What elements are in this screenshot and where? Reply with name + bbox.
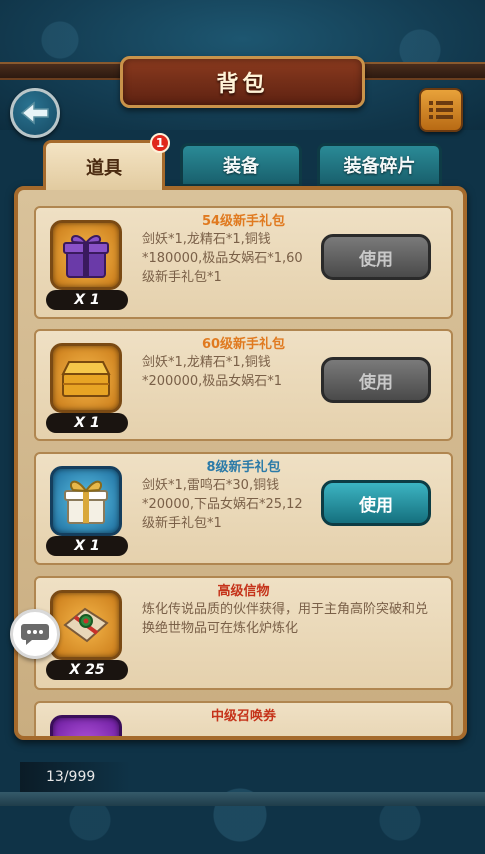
tab-equipment-fragments[interactable]: 装备碎片 bbox=[317, 143, 442, 187]
title-plate: 背包 bbox=[120, 56, 365, 108]
tab-equipment-label: 装备 bbox=[223, 156, 259, 177]
item-description: 炼化传说品质的伙伴获得，用于主角高阶突破和兑换绝世物品可在炼化炉炼化 bbox=[142, 602, 429, 636]
chat-bubble-icon bbox=[21, 624, 49, 645]
item-quantity: X 1 bbox=[46, 413, 128, 433]
list-item: 中级召唤券 bbox=[34, 701, 453, 740]
notification-badge: 1 bbox=[150, 133, 170, 153]
gift-box-bow-icon bbox=[64, 480, 108, 524]
back-button[interactable] bbox=[10, 88, 60, 138]
tab-equipment[interactable]: 装备 bbox=[180, 143, 302, 187]
list-item: 54级新手礼包 X 1 剑妖*1,龙精石*1,铜钱*180000,极品女娲石*1… bbox=[34, 206, 453, 319]
back-arrow-icon bbox=[20, 101, 49, 125]
golden-chest-icon bbox=[61, 361, 111, 397]
summon-ticket-icon bbox=[66, 735, 106, 740]
use-button[interactable]: 使用 bbox=[321, 480, 431, 526]
item-quantity: X 25 bbox=[46, 660, 128, 680]
menu-button[interactable] bbox=[419, 88, 463, 132]
item-icon-frame[interactable] bbox=[50, 466, 122, 536]
list-icon bbox=[429, 101, 453, 119]
list-item: 高级信物 X 25 炼化传说品质的伙伴获得，用于主角高阶突破和兑换绝世物品可在炼… bbox=[34, 576, 453, 690]
item-icon-frame[interactable] bbox=[50, 590, 122, 660]
item-description: 剑妖*1,雷鸣石*30,铜钱*20000,下品女娲石*25,12级新手礼包*1 bbox=[142, 478, 303, 531]
tab-equipment-fragments-label: 装备碎片 bbox=[343, 156, 416, 177]
item-description: 剑妖*1,龙精石*1,铜钱*200000,极品女娲石*1 bbox=[142, 355, 283, 389]
inventory-panel: 54级新手礼包 X 1 剑妖*1,龙精石*1,铜钱*180000,极品女娲石*1… bbox=[14, 186, 467, 740]
item-description: 剑妖*1,龙精石*1,铜钱*180000,极品女娲石*1,60级新手礼包*1 bbox=[142, 232, 303, 285]
item-icon-frame[interactable] bbox=[50, 343, 122, 413]
list-item: 8级新手礼包 X 1 剑妖*1,雷鸣石*30,铜钱*20000,下品女娲石*25… bbox=[34, 452, 453, 565]
page-title: 背包 bbox=[216, 72, 269, 97]
use-button[interactable]: 使用 bbox=[321, 357, 431, 403]
use-button[interactable]: 使用 bbox=[321, 234, 431, 280]
item-quantity: X 1 bbox=[46, 536, 128, 556]
item-icon-frame[interactable] bbox=[50, 220, 122, 290]
wrapped-token-icon bbox=[63, 607, 109, 643]
list-item: 60级新手礼包 X 1 剑妖*1,龙精石*1,铜钱*200000,极品女娲石*1… bbox=[34, 329, 453, 441]
item-quantity: X 1 bbox=[46, 290, 128, 310]
item-icon-frame[interactable] bbox=[50, 715, 122, 740]
tab-items[interactable]: 道具 1 bbox=[43, 133, 170, 190]
chat-button[interactable] bbox=[10, 609, 60, 659]
purple-gift-box-icon bbox=[63, 235, 109, 278]
tab-items-label: 道具 bbox=[86, 157, 122, 179]
footer-rail bbox=[0, 792, 485, 806]
bag-capacity: 13/999 bbox=[20, 762, 130, 792]
